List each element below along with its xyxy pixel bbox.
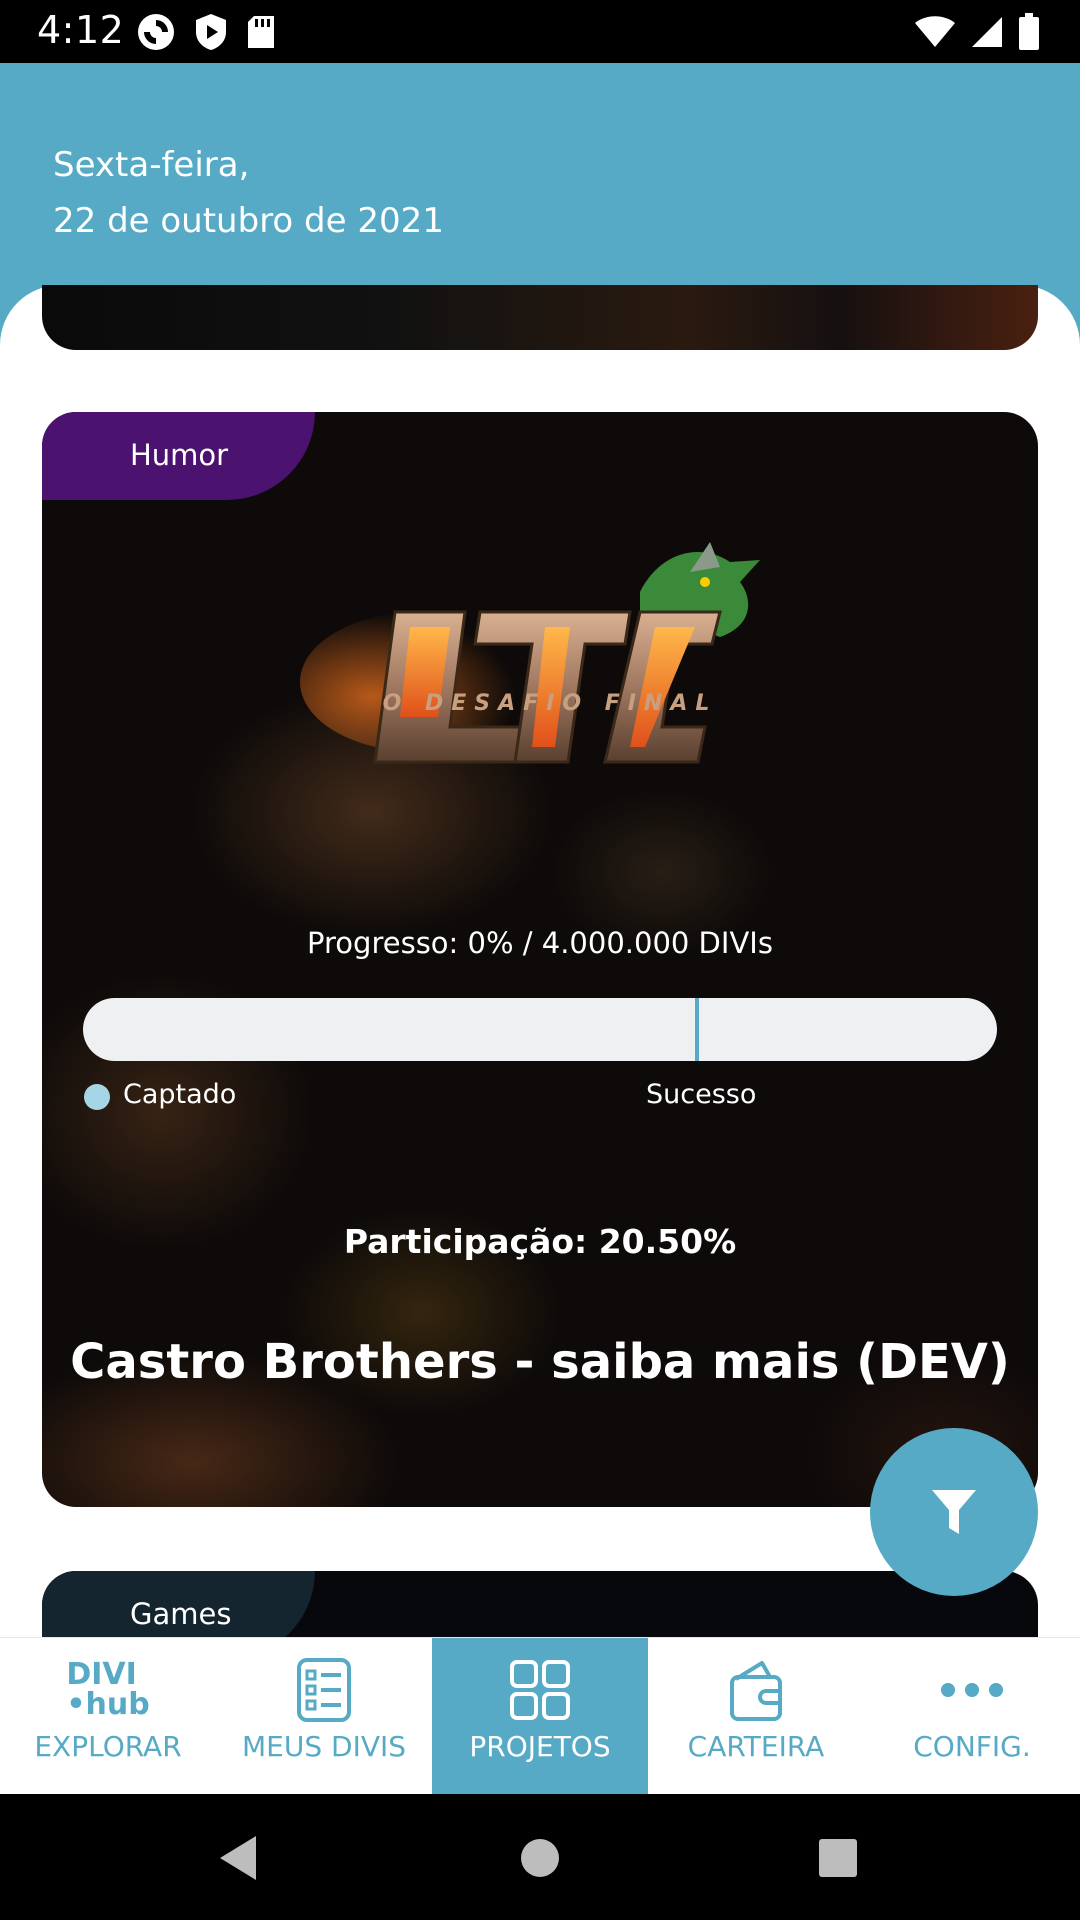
sync-icon [138,14,174,50]
divi-hub-logo: DIVI •hub [66,1657,150,1722]
nav-label: EXPLORAR [34,1730,182,1763]
project-logo: O DESAFIO FINAL [300,542,760,764]
wifi-icon [915,16,955,47]
signal-icon [972,17,1002,47]
captado-dot [84,1084,110,1110]
filter-button[interactable] [870,1428,1038,1596]
previous-project-card[interactable] [42,285,1038,350]
nav-label: PROJETOS [469,1730,611,1763]
system-navigation-bar [0,1794,1080,1920]
back-icon[interactable] [216,1834,260,1882]
battery-icon [1019,13,1039,50]
status-right-icons [914,13,1040,51]
participation-text: Participação: 20.50% [343,1222,737,1261]
nav-projetos[interactable]: PROJETOS [432,1638,648,1795]
filter-icon [932,1490,976,1534]
legend-captado: Captado [123,1079,237,1110]
more-icon [941,1683,1003,1697]
shield-play-icon [196,14,226,50]
wallet-icon [730,1661,782,1721]
recents-icon[interactable] [817,1834,859,1882]
grid-icon [510,1660,570,1720]
date-header: Sexta-feira, 22 de outubro de 2021 [0,63,1080,285]
bottom-navigation: DIVI •hub EXPLORAR MEUS DIVIS PROJETOS C… [0,1637,1080,1795]
date-text: 22 de outubro de 2021 [53,201,444,241]
nav-carteira[interactable]: CARTEIRA [648,1638,864,1795]
weekday-text: Sexta-feira, [53,145,250,185]
nav-meus-divis[interactable]: MEUS DIVIS [216,1638,432,1795]
nav-config[interactable]: CONFIG. [864,1638,1080,1795]
category-label: Humor [130,438,229,472]
progress-text: Progresso: 0% / 4.000.000 DIVIs [307,926,773,960]
category-tag: Humor [42,412,315,500]
nav-label: CONFIG. [913,1730,1031,1763]
progress-bar [83,998,997,1061]
legend-sucesso: Sucesso [646,1079,757,1110]
success-marker [695,998,700,1061]
home-icon[interactable] [519,1834,561,1882]
svg-text:O DESAFIO FINAL: O DESAFIO FINAL [383,691,718,716]
project-card[interactable]: Humor O DESAFIO FINAL Progresso: 0% / 4.… [42,412,1038,1507]
list-icon [297,1658,351,1722]
notification-icons [136,12,276,52]
project-title[interactable]: Castro Brothers - saiba mais (DEV) [42,1334,1038,1390]
sd-card-icon [248,16,274,48]
nav-label: MEUS DIVIS [241,1730,407,1763]
status-bar: 4:12 [0,0,1080,63]
status-time: 4:12 [37,8,125,52]
category-label: Games [130,1597,232,1631]
nav-label: CARTEIRA [687,1730,825,1763]
nav-explorar[interactable]: DIVI •hub EXPLORAR [0,1638,216,1795]
